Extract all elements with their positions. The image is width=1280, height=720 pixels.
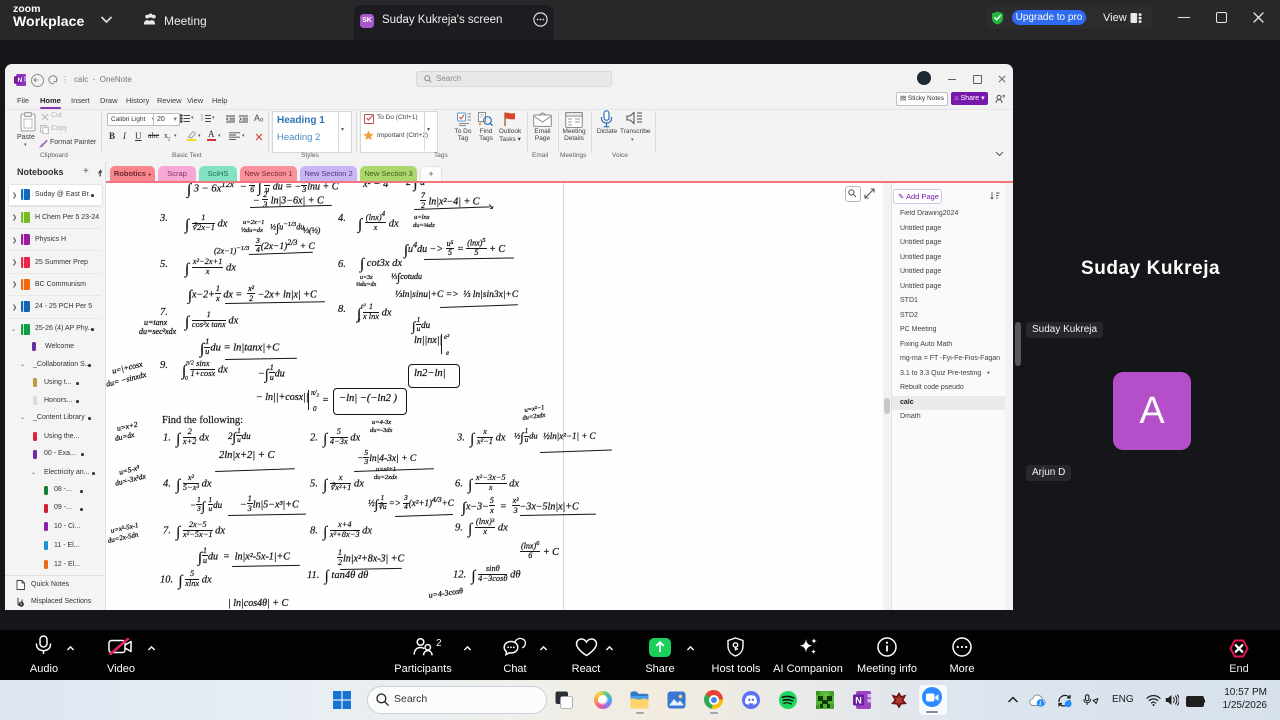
svg-text:N: N [18,77,23,84]
svg-text:2: 2 [201,118,203,122]
svg-text:i: i [1039,700,1041,707]
svg-text:N: N [855,695,862,705]
